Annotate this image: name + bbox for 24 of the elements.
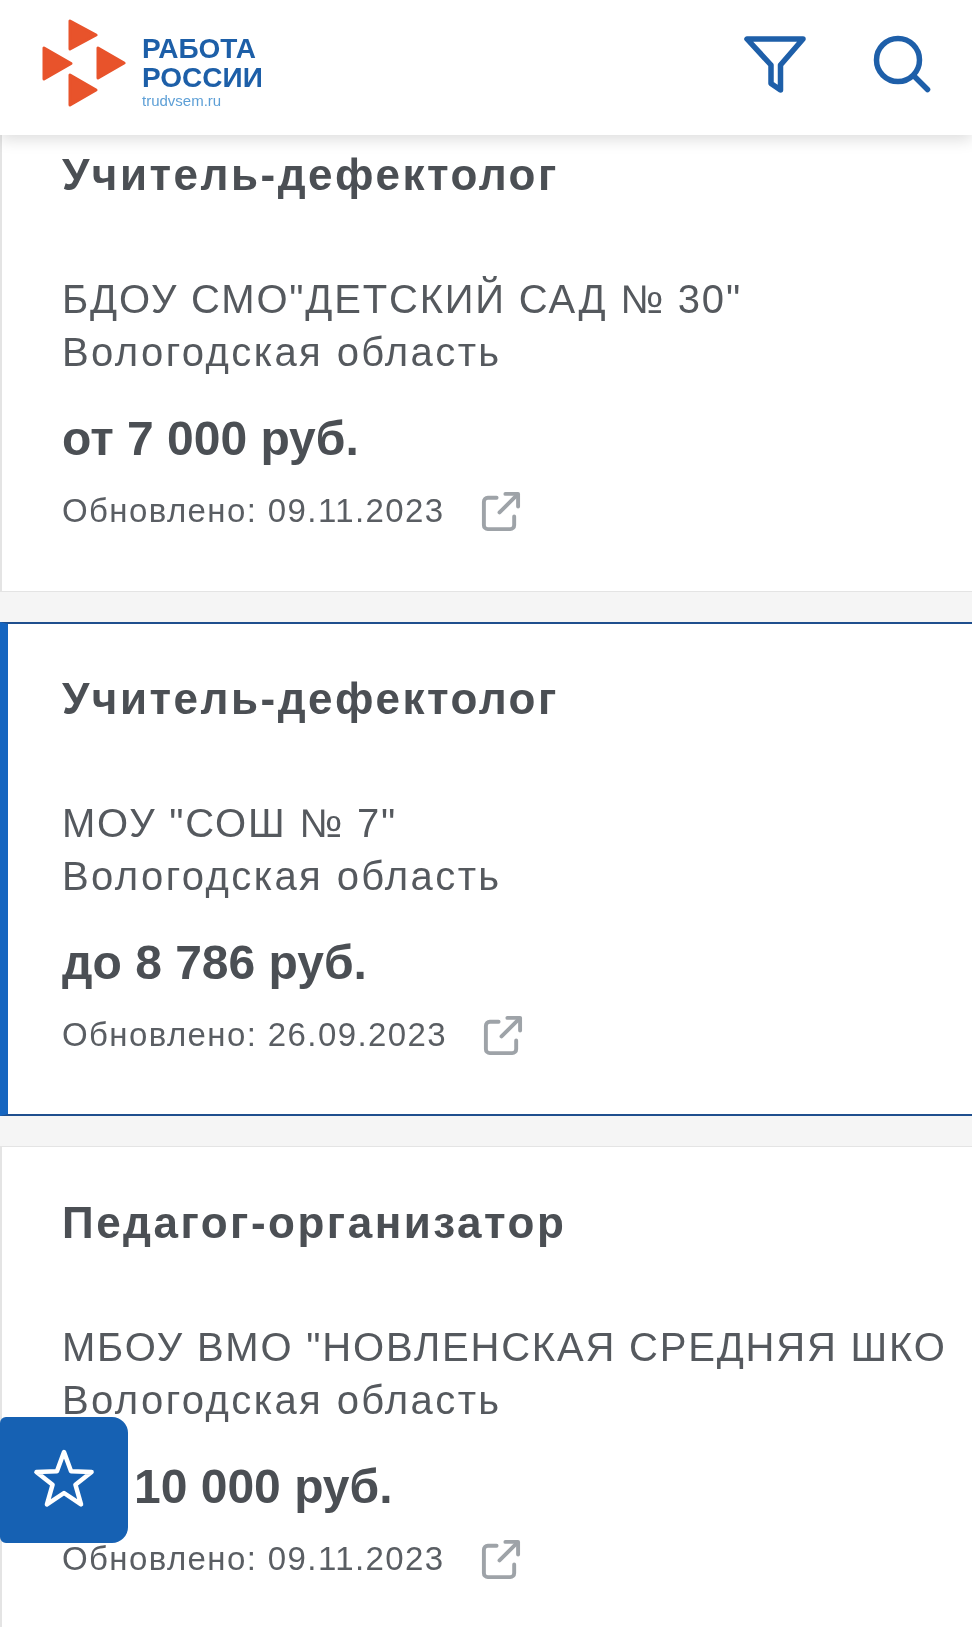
region-text: Вологодская область <box>62 1377 502 1424</box>
search-icon[interactable] <box>873 35 931 93</box>
logo-icon[interactable] <box>42 19 126 107</box>
salary-text: до 8 786 руб. <box>62 935 367 991</box>
updated-date: Обновлено: 26.09.2023 <box>62 1015 447 1055</box>
region-text: Вологодская область <box>62 329 502 376</box>
salary-text: 10 000 руб. <box>134 1459 393 1515</box>
logo-wordmark: РАБОТА РОССИИ <box>142 34 263 92</box>
vacancy-title: Учитель-дефектолог <box>62 149 559 201</box>
vacancy-title: Педагог-организатор <box>62 1197 567 1249</box>
vacancy-card[interactable]: Педагог-организатор МБОУ ВМО "НОВЛЕНСКАЯ СРЕДНЯЯ ШКО Вологодская область 10 000 руб. Обновлено: 09.11.2023 <box>0 1146 972 1627</box>
updated-date: Обновлено: 09.11.2023 <box>62 491 445 531</box>
region-text: Вологодская область <box>62 853 502 900</box>
vacancy-card[interactable]: Учитель-дефектолог МОУ "СОШ № 7" Вологодская область до 8 786 руб. Обновлено: 26.09.2023 <box>0 622 972 1116</box>
salary-text: от 7 000 руб. <box>62 411 359 467</box>
employer-name: БДОУ СМО"ДЕТСКИЙ САД № 30" <box>62 275 742 323</box>
external-link-icon[interactable] <box>481 1013 524 1057</box>
updated-date: Обновлено: 09.11.2023 <box>62 1539 445 1579</box>
employer-name: МБОУ ВМО "НОВЛЕНСКАЯ СРЕДНЯЯ ШКО <box>62 1324 947 1371</box>
vacancy-title: Учитель-дефектолог <box>62 673 559 725</box>
employer-name: МОУ "СОШ № 7" <box>62 800 398 847</box>
vacancy-card[interactable]: Учитель-дефектолог БДОУ СМО"ДЕТСКИЙ САД № 30" Вологодская область от 7 000 руб. Обновлено: 09.11.2023 <box>0 135 972 592</box>
logo-domain: trudvsem.ru <box>142 92 222 109</box>
filter-icon[interactable] <box>743 34 807 94</box>
